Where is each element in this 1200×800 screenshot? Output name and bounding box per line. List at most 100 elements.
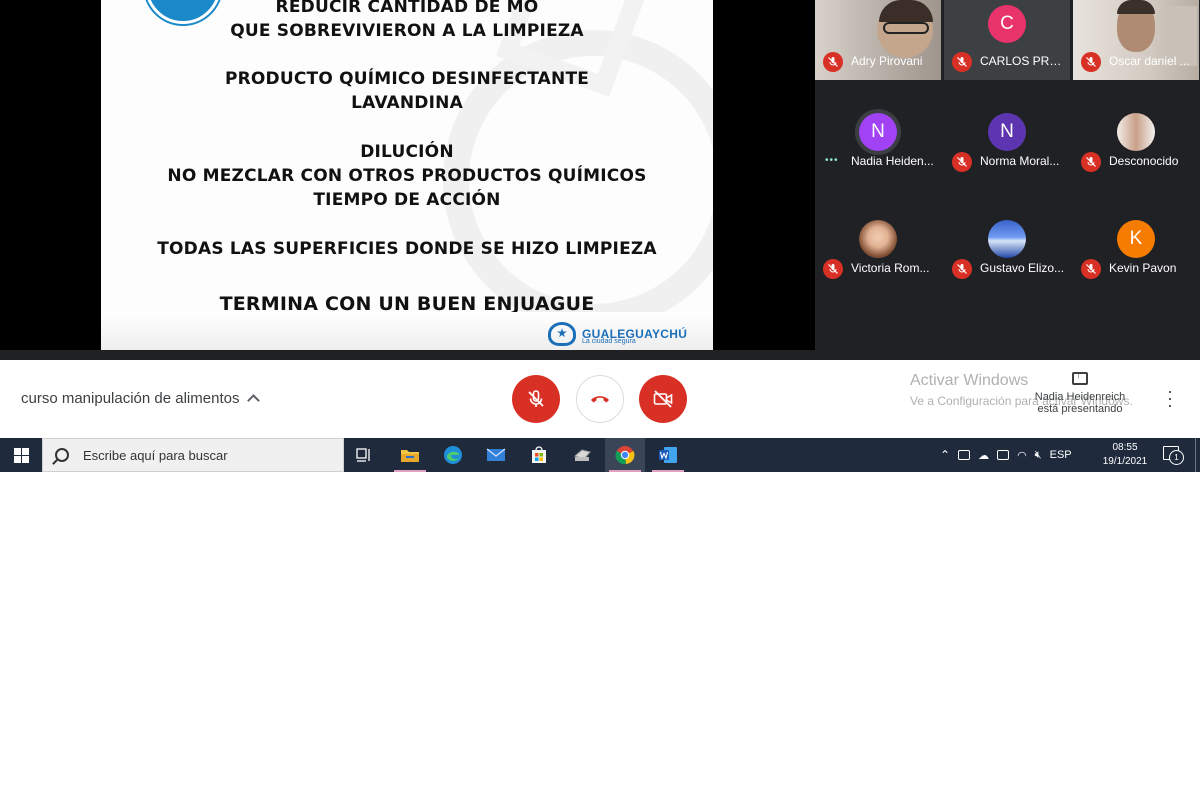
scanner-icon xyxy=(574,449,591,461)
participant-name: Desconocido xyxy=(1109,154,1179,168)
participant-tile[interactable]: C CARLOS PREI... xyxy=(944,0,1070,80)
cloud-icon[interactable]: ☁ xyxy=(978,449,989,462)
taskbar-chrome[interactable] xyxy=(605,438,645,472)
participant-avatar: N xyxy=(859,113,897,151)
meeting-title: curso manipulación de alimentos xyxy=(21,390,240,407)
windows-taskbar: Escribe aquí para buscar ⌃ ☁ ◠ 🔇︎ ESP 08… xyxy=(0,438,1200,472)
mic-off-icon xyxy=(952,52,972,72)
running-indicator xyxy=(609,470,641,472)
keyboard-language[interactable]: ESP xyxy=(1050,449,1072,461)
participant-photo xyxy=(1117,113,1155,151)
participant-name: Oscar daniel ... xyxy=(1109,54,1190,68)
speaking-indicator-icon: ••• xyxy=(825,155,839,166)
taskbar-scanner-app[interactable] xyxy=(562,438,602,472)
shield-icon xyxy=(548,322,576,346)
slide-line: PRODUCTO QUÍMICO DESINFECTANTE xyxy=(224,69,590,89)
store-icon xyxy=(532,446,546,463)
mic-off-icon xyxy=(823,52,843,72)
more-options-icon[interactable]: · · · xyxy=(1167,382,1173,414)
start-button[interactable] xyxy=(0,438,42,472)
participant-tile[interactable]: Victoria Rom... xyxy=(815,207,941,287)
participant-name: CARLOS PREI... xyxy=(980,54,1068,68)
running-indicator xyxy=(394,470,426,472)
participant-tile[interactable]: Desconocido xyxy=(1073,100,1199,180)
chrome-icon xyxy=(615,446,635,465)
taskbar-clock[interactable]: 08:55 19/1/2021 xyxy=(1100,441,1150,469)
word-icon xyxy=(659,447,677,463)
slide-brand-logo: GUALEGUAYCHÚ La ciudad segura xyxy=(548,322,687,346)
tray-app-icon[interactable] xyxy=(997,450,1010,460)
participant-grid: Adry Pirovani C CARLOS PREI... Oscar dan… xyxy=(815,0,1200,294)
toggle-microphone-button[interactable] xyxy=(512,375,560,423)
mail-icon xyxy=(486,448,506,461)
mic-off-icon xyxy=(1081,259,1101,279)
taskbar-file-explorer[interactable] xyxy=(390,438,430,472)
edge-icon xyxy=(444,446,462,464)
clock-time: 08:55 xyxy=(1112,442,1138,453)
wifi-icon[interactable]: ◠ xyxy=(1017,449,1027,462)
system-tray: ⌃ ☁ ◠ 🔇︎ ESP xyxy=(940,438,1072,472)
slide-line: TIEMPO DE ACCIÓN xyxy=(313,190,501,210)
windows-logo-icon xyxy=(13,447,29,463)
participant-tile[interactable]: Oscar daniel ... xyxy=(1073,0,1199,80)
participant-avatar: K xyxy=(1117,220,1155,258)
participant-tile[interactable]: Adry Pirovani xyxy=(815,0,941,80)
hang-up-icon xyxy=(591,396,609,403)
search-placeholder: Escribe aquí para buscar xyxy=(83,447,228,463)
leave-call-button[interactable] xyxy=(576,375,624,423)
slide-line: QUE SOBREVIVIERON A LA LIMPIEZA xyxy=(230,21,584,41)
running-indicator xyxy=(652,470,684,472)
participant-name: Adry Pirovani xyxy=(851,54,923,68)
search-icon xyxy=(55,448,69,462)
present-screen-icon xyxy=(1072,370,1088,385)
participant-photo xyxy=(859,220,897,258)
slide-line: DILUCIÓN xyxy=(360,142,454,162)
slide-line: REDUCIR CANTIDAD DE MO xyxy=(275,0,539,17)
taskbar-edge[interactable] xyxy=(433,438,473,472)
show-desktop-button[interactable] xyxy=(1195,438,1196,472)
participant-name: Victoria Rom... xyxy=(851,261,930,275)
taskbar-mail[interactable] xyxy=(476,438,516,472)
participant-tile[interactable]: K Kevin Pavon xyxy=(1073,207,1199,287)
participant-avatar: N xyxy=(988,113,1026,151)
participant-tile[interactable]: N Norma Moral... xyxy=(944,100,1070,180)
taskbar-word[interactable] xyxy=(648,438,688,472)
meeting-controls-bar: curso manipulación de alimentos Activar … xyxy=(0,360,1200,438)
slide-line: NO MEZCLAR CON OTROS PRODUCTOS QUÍMICOS xyxy=(167,166,647,186)
participant-name: Gustavo Elizo... xyxy=(980,261,1065,275)
meet-stage: REDUCIR CANTIDAD DE MO QUE SOBREVIVIERON… xyxy=(0,0,1200,360)
participant-name: Norma Moral... xyxy=(980,154,1060,168)
presentation-indicator[interactable]: Nadia Heidenreich está presentando xyxy=(1030,370,1130,415)
participant-tile[interactable]: N ••• Nadia Heiden... xyxy=(815,100,941,180)
participant-photo xyxy=(988,220,1026,258)
chevron-up-icon[interactable]: ⌃ xyxy=(940,448,950,462)
participant-tile[interactable]: Gustavo Elizo... xyxy=(944,207,1070,287)
mic-off-icon xyxy=(823,259,843,279)
presenter-name: Nadia Heidenreich xyxy=(1034,391,1126,403)
participant-name: Nadia Heiden... xyxy=(851,154,934,168)
mic-off-icon xyxy=(528,390,544,407)
participant-avatar: C xyxy=(988,5,1026,43)
presentation-area: REDUCIR CANTIDAD DE MO QUE SOBREVIVIERON… xyxy=(0,0,815,350)
battery-icon[interactable] xyxy=(958,450,971,460)
taskbar-search-box[interactable]: Escribe aquí para buscar xyxy=(42,438,344,472)
brand-tagline: La ciudad segura xyxy=(582,338,636,345)
task-view-icon xyxy=(356,448,370,462)
taskbar-store[interactable] xyxy=(519,438,559,472)
mic-off-icon xyxy=(952,259,972,279)
mic-off-icon xyxy=(1081,52,1101,72)
slide-line: LAVANDINA xyxy=(351,93,463,113)
participant-name: Kevin Pavon xyxy=(1109,261,1177,275)
mic-off-icon xyxy=(1081,152,1101,172)
chevron-up-icon xyxy=(247,394,261,407)
meeting-details-toggle[interactable]: curso manipulación de alimentos xyxy=(21,390,261,407)
camera-off-icon xyxy=(653,390,673,408)
notification-center-icon[interactable]: 1 xyxy=(1163,446,1184,465)
task-view-button[interactable] xyxy=(345,438,385,472)
toggle-camera-button[interactable] xyxy=(639,375,687,423)
mic-off-icon xyxy=(952,152,972,172)
notification-count: 1 xyxy=(1169,450,1184,465)
presenter-status: está presentando xyxy=(1037,403,1123,415)
clock-date: 19/1/2021 xyxy=(1102,456,1148,467)
volume-muted-icon[interactable]: 🔇︎ xyxy=(1035,449,1042,462)
